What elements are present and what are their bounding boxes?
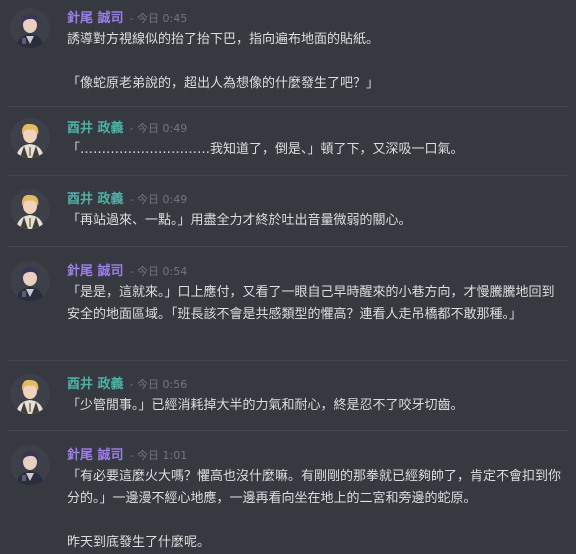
message-divider — [8, 360, 568, 361]
message-paragraph: 「少管閒事。」已經消耗掉大半的力氣和耐心，終是忍不了咬牙切齒。 — [67, 398, 464, 413]
message: 酉井 政義 - 今日 0:49 「再站過來、一點。」用盡全力才終於吐出音量微弱的關… — [0, 189, 576, 239]
avatar[interactable] — [10, 189, 50, 229]
dark-haired-officer-avatar-icon — [10, 261, 50, 301]
message-paragraph: 「是是，這就來。」口上應付，又看了一眼自己早時醒來的小巷方向，才慢騰騰地回到安全… — [67, 285, 555, 322]
author-name[interactable]: 針尾 誠司 — [67, 448, 124, 463]
avatar[interactable] — [10, 374, 50, 414]
dark-haired-officer-avatar-icon — [10, 445, 50, 485]
message: 酉井 政義 - 今日 0:56 「少管閒事。」已經消耗掉大半的力氣和耐心，終是忍不… — [0, 374, 576, 424]
avatar[interactable] — [10, 8, 50, 48]
message-header: 針尾 誠司 - 今日 0:54 — [67, 261, 187, 279]
message-body: 「…………………………我知道了，倒是、」頓了下，又深吸一口氣。 — [67, 139, 567, 161]
message-header: 針尾 誠司 - 今日 0:45 — [67, 8, 187, 26]
dark-haired-officer-avatar-icon — [10, 8, 50, 48]
message-divider — [8, 246, 568, 247]
author-name[interactable]: 酉井 政義 — [67, 192, 124, 207]
avatar[interactable] — [10, 445, 50, 485]
message-paragraph: 誘導對方視線似的抬了抬下巴，指向遍布地面的貼紙。 — [67, 32, 380, 47]
author-name[interactable]: 酉井 政義 — [67, 121, 124, 136]
message-header: 酉井 政義 - 今日 0:49 — [67, 189, 187, 207]
timestamp: - 今日 0:56 — [129, 378, 188, 391]
timestamp: - 今日 0:49 — [129, 122, 188, 135]
timestamp-value: 今日 0:49 — [137, 193, 188, 206]
message-paragraph: 昨天到底發生了什麼呢。 — [67, 535, 211, 550]
message: 針尾 誠司 - 今日 0:45 誘導對方視線似的抬了抬下巴，指向遍布地面的貼紙。 … — [0, 8, 576, 108]
timestamp: - 今日 0:49 — [129, 193, 188, 206]
timestamp-value: 今日 1:01 — [137, 449, 188, 462]
message: 酉井 政義 - 今日 0:49 「…………………………我知道了，倒是、」頓了下，又… — [0, 118, 576, 168]
message-body: 誘導對方視線似的抬了抬下巴，指向遍布地面的貼紙。 「像蛇原老弟說的，超出人為想像… — [67, 29, 567, 95]
chat-log: 針尾 誠司 - 今日 0:45 誘導對方視線似的抬了抬下巴，指向遍布地面的貼紙。 … — [0, 0, 576, 554]
message-header: 針尾 誠司 - 今日 1:01 — [67, 445, 187, 463]
message-header: 酉井 政義 - 今日 0:49 — [67, 118, 187, 136]
message-body: 「是是，這就來。」口上應付，又看了一眼自己早時醒來的小巷方向，才慢騰騰地回到安全… — [67, 282, 567, 326]
blond-man-avatar-icon — [10, 118, 50, 158]
timestamp-value: 今日 0:45 — [137, 12, 188, 25]
blond-man-avatar-icon — [10, 374, 50, 414]
blond-man-avatar-icon — [10, 189, 50, 229]
message-divider — [8, 430, 568, 431]
timestamp-value: 今日 0:56 — [137, 378, 188, 391]
avatar[interactable] — [10, 261, 50, 301]
timestamp: - 今日 0:45 — [129, 12, 188, 25]
message-header: 酉井 政義 - 今日 0:56 — [67, 374, 187, 392]
message-divider — [8, 106, 568, 107]
message: 針尾 誠司 - 今日 0:54 「是是，這就來。」口上應付，又看了一眼自己早時醒來… — [0, 261, 576, 356]
timestamp-value: 今日 0:54 — [137, 265, 188, 278]
timestamp: - 今日 0:54 — [129, 265, 188, 278]
message-body: 「再站過來、一點。」用盡全力才終於吐出音量微弱的關心。 — [67, 210, 567, 232]
message-body: 「少管閒事。」已經消耗掉大半的力氣和耐心，終是忍不了咬牙切齒。 — [67, 395, 567, 417]
message-paragraph: 「再站過來、一點。」用盡全力才終於吐出音量微弱的關心。 — [67, 213, 412, 228]
message-paragraph: 「…………………………我知道了，倒是、」頓了下，又深吸一口氣。 — [67, 142, 464, 157]
author-name[interactable]: 針尾 誠司 — [67, 11, 124, 26]
message-paragraph: 「有必要這麼火大嗎？懼高也沒什麼嘛。有剛剛的那拳就已經夠帥了，肯定不會扣到你分的… — [67, 469, 562, 506]
author-name[interactable]: 酉井 政義 — [67, 377, 124, 392]
message-body: 「有必要這麼火大嗎？懼高也沒什麼嘛。有剛剛的那拳就已經夠帥了，肯定不會扣到你分的… — [67, 466, 567, 554]
author-name[interactable]: 針尾 誠司 — [67, 264, 124, 279]
timestamp: - 今日 1:01 — [129, 449, 188, 462]
timestamp-value: 今日 0:49 — [137, 122, 188, 135]
message-divider — [8, 175, 568, 176]
message: 針尾 誠司 - 今日 1:01 「有必要這麼火大嗎？懼高也沒什麼嘛。有剛剛的那拳就… — [0, 445, 576, 554]
avatar[interactable] — [10, 118, 50, 158]
message-paragraph: 「像蛇原老弟說的，超出人為想像的什麼發生了吧？」 — [67, 76, 380, 91]
